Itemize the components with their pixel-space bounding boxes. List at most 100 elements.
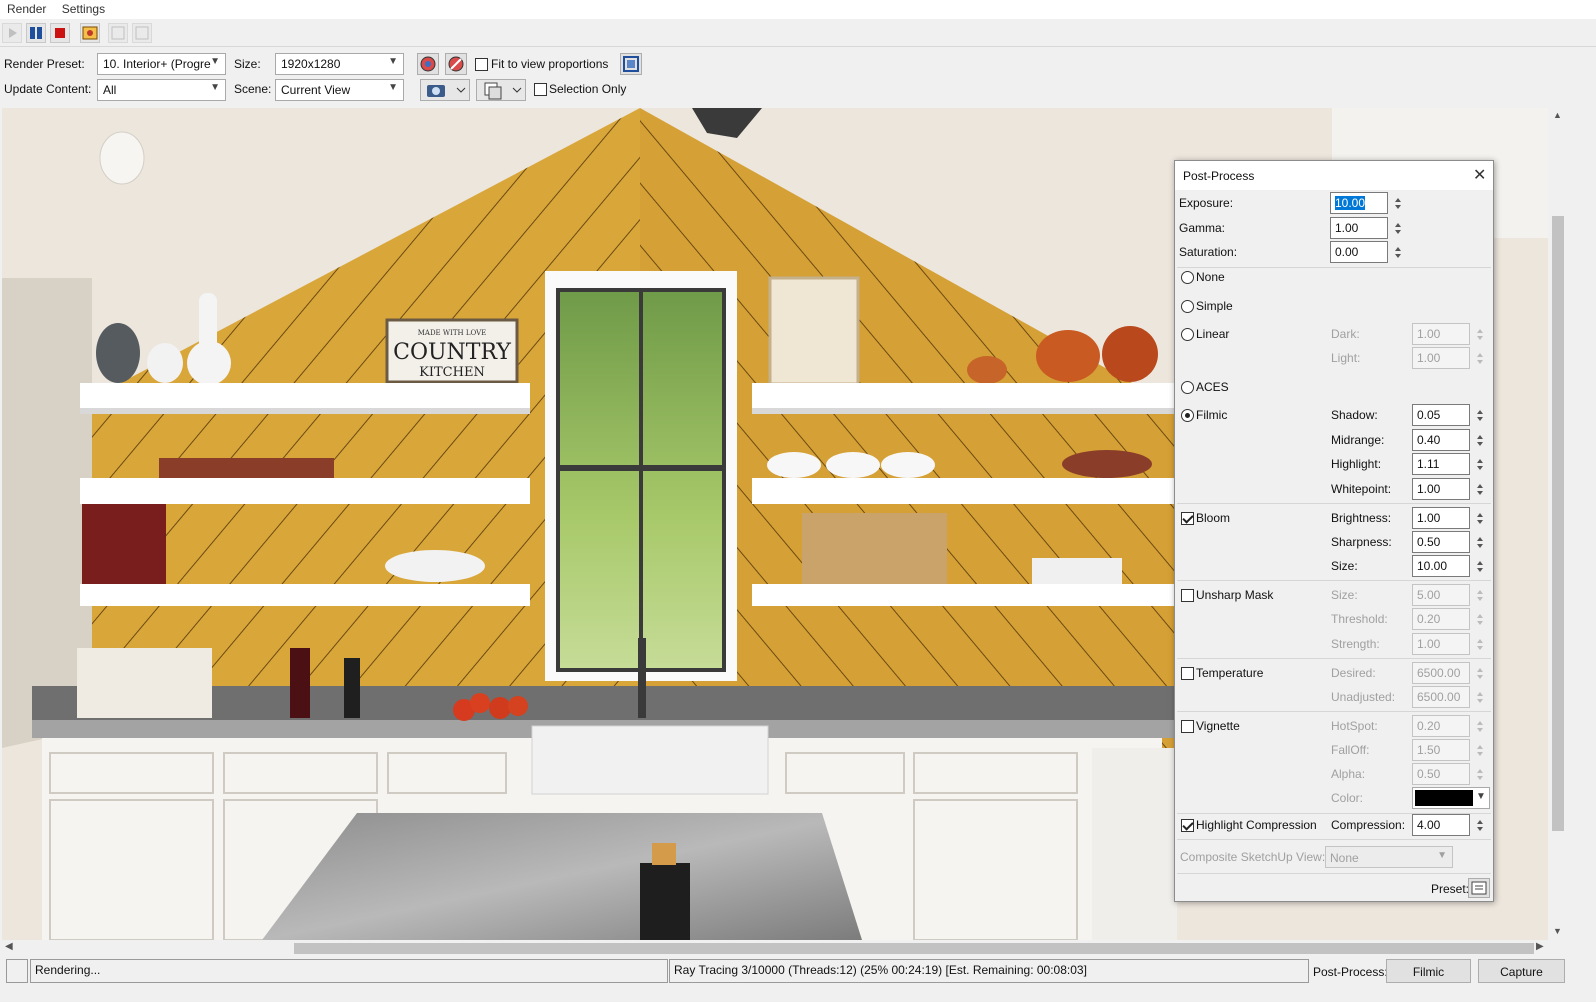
- camera-menu-button[interactable]: [420, 79, 470, 101]
- whitepoint-input[interactable]: 1.00: [1412, 478, 1470, 500]
- dark-spinner[interactable]: [1472, 323, 1488, 345]
- compression-spinner[interactable]: [1472, 814, 1488, 836]
- vertical-scrollbar[interactable]: ▲ ▼: [1548, 108, 1568, 940]
- composite-view-select[interactable]: None ▼: [1325, 846, 1453, 868]
- postprocess-button[interactable]: Filmic: [1386, 959, 1471, 983]
- pause-render-button[interactable]: [26, 23, 46, 43]
- light-spinner[interactable]: [1472, 347, 1488, 369]
- tonemap-linear-radio[interactable]: [1181, 328, 1194, 341]
- fit-to-view-checkbox[interactable]: [475, 58, 488, 71]
- bloom-size-input[interactable]: 10.00: [1412, 555, 1470, 577]
- start-render-button[interactable]: [2, 23, 22, 43]
- unsharp-strength-spinner[interactable]: [1472, 633, 1488, 655]
- menu-settings[interactable]: Settings: [50, 0, 105, 16]
- render-preset-select[interactable]: 10. Interior+ (Progre ▼: [97, 53, 226, 75]
- dark-input[interactable]: 1.00: [1412, 323, 1470, 345]
- shadow-spinner[interactable]: [1472, 404, 1488, 426]
- alpha-input[interactable]: 0.50: [1412, 763, 1470, 785]
- bloom-checkbox[interactable]: [1181, 512, 1194, 525]
- preset-menu-button[interactable]: [1468, 878, 1490, 898]
- scroll-up-icon[interactable]: ▲: [1553, 110, 1562, 120]
- compression-input[interactable]: 4.00: [1412, 814, 1470, 836]
- vignette-color-picker[interactable]: ▼: [1412, 787, 1490, 809]
- unadjusted-input[interactable]: 6500.00: [1412, 686, 1470, 708]
- unadjusted-spinner[interactable]: [1472, 686, 1488, 708]
- bloom-sharpness-input[interactable]: 0.50: [1412, 531, 1470, 553]
- scroll-down-icon[interactable]: ▼: [1553, 926, 1562, 936]
- falloff-spinner[interactable]: [1472, 739, 1488, 761]
- vertical-scroll-thumb[interactable]: [1552, 216, 1564, 831]
- horizontal-scroll-thumb[interactable]: [294, 943, 1534, 954]
- exposure-input[interactable]: 10.00: [1330, 192, 1388, 214]
- menu-render[interactable]: Render: [0, 0, 46, 16]
- render-preset-label: Render Preset:: [4, 57, 85, 71]
- desired-spinner[interactable]: [1472, 662, 1488, 684]
- horizontal-scrollbar[interactable]: ◀ ▶: [0, 940, 1548, 957]
- unadjusted-label: Unadjusted:: [1331, 690, 1396, 704]
- region-clear-button[interactable]: [445, 53, 467, 75]
- hotspot-spinner[interactable]: [1472, 715, 1488, 737]
- compression-value: 4.00: [1417, 818, 1441, 832]
- chevron-down-icon: ▼: [388, 56, 398, 67]
- render-frame-button[interactable]: [80, 23, 100, 43]
- close-icon[interactable]: ✕: [1473, 165, 1486, 185]
- highlight-compression-checkbox[interactable]: [1181, 819, 1194, 832]
- scene-value: Current View: [281, 83, 351, 97]
- gamma-spinner[interactable]: [1390, 217, 1406, 239]
- region-render-button[interactable]: [417, 53, 439, 75]
- highlight-spinner[interactable]: [1472, 453, 1488, 475]
- unsharp-threshold-input[interactable]: 0.20: [1412, 608, 1470, 630]
- desired-input[interactable]: 6500.00: [1412, 662, 1470, 684]
- whitepoint-spinner[interactable]: [1472, 478, 1488, 500]
- bloom-brightness-input[interactable]: 1.00: [1412, 507, 1470, 529]
- update-content-select[interactable]: All ▼: [97, 79, 226, 101]
- scene-select[interactable]: Current View ▼: [275, 79, 404, 101]
- bloom-sharpness-spinner[interactable]: [1472, 531, 1488, 553]
- tonemap-simple-radio[interactable]: [1181, 300, 1194, 313]
- alpha-spinner[interactable]: [1472, 763, 1488, 785]
- play-icon: [9, 28, 17, 38]
- saturation-input[interactable]: 0.00: [1330, 241, 1388, 263]
- capture-button[interactable]: Capture: [1478, 959, 1565, 983]
- saturation-spinner[interactable]: [1390, 241, 1406, 263]
- stop-render-button[interactable]: [50, 23, 70, 43]
- gamma-input[interactable]: 1.00: [1330, 217, 1388, 239]
- tonemap-none-radio[interactable]: [1181, 271, 1194, 284]
- bloom-size-spinner[interactable]: [1472, 555, 1488, 577]
- unsharp-size-input[interactable]: 5.00: [1412, 584, 1470, 606]
- size-select[interactable]: 1920x1280 ▼: [275, 53, 404, 75]
- status-bar: Rendering... Ray Tracing 3/10000 (Thread…: [0, 957, 1596, 1002]
- desired-label: Desired:: [1331, 666, 1376, 680]
- unsharp-strength-input[interactable]: 1.00: [1412, 633, 1470, 655]
- copy-menu-button[interactable]: [476, 79, 526, 101]
- hotspot-input[interactable]: 0.20: [1412, 715, 1470, 737]
- unsharp-size-spinner[interactable]: [1472, 584, 1488, 606]
- bloom-brightness-spinner[interactable]: [1472, 507, 1488, 529]
- fit-view-button[interactable]: [620, 53, 642, 75]
- midrange-label: Midrange:: [1331, 433, 1385, 447]
- selection-only-checkbox[interactable]: [534, 83, 547, 96]
- bloom-brightness-value: 1.00: [1417, 511, 1441, 525]
- remove-frame-button[interactable]: [132, 23, 152, 43]
- update-content-label: Update Content:: [4, 82, 92, 96]
- highlight-input[interactable]: 1.11: [1412, 453, 1470, 475]
- add-frame-button[interactable]: [108, 23, 128, 43]
- tonemap-aces-radio[interactable]: [1181, 381, 1194, 394]
- scroll-right-icon[interactable]: ▶: [1536, 941, 1544, 952]
- dark-value: 1.00: [1417, 327, 1441, 341]
- light-input[interactable]: 1.00: [1412, 347, 1470, 369]
- tonemap-filmic-radio[interactable]: [1181, 409, 1194, 422]
- scroll-left-icon[interactable]: ◀: [5, 941, 13, 952]
- gamma-label: Gamma:: [1179, 221, 1226, 235]
- midrange-input[interactable]: 0.40: [1412, 429, 1470, 451]
- shadow-input[interactable]: 0.05: [1412, 404, 1470, 426]
- falloff-input[interactable]: 1.50: [1412, 739, 1470, 761]
- midrange-spinner[interactable]: [1472, 429, 1488, 451]
- unsharp-mask-checkbox[interactable]: [1181, 589, 1194, 602]
- status-text: Rendering...: [30, 959, 668, 983]
- unsharp-threshold-spinner[interactable]: [1472, 608, 1488, 630]
- exposure-spinner[interactable]: [1390, 192, 1406, 214]
- temperature-checkbox[interactable]: [1181, 667, 1194, 680]
- vignette-checkbox[interactable]: [1181, 720, 1194, 733]
- midrange-value: 0.40: [1417, 433, 1441, 447]
